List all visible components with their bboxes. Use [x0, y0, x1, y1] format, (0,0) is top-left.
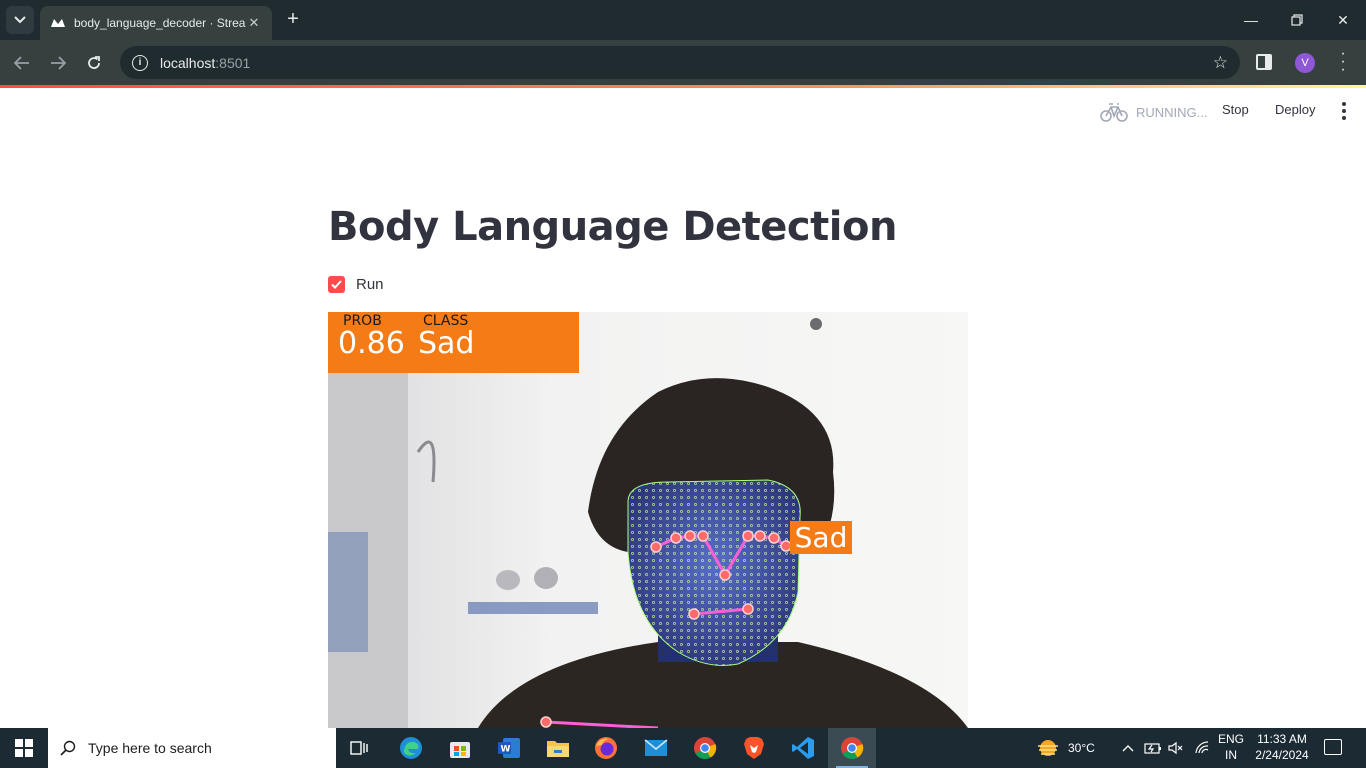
profile-avatar[interactable]: V — [1295, 53, 1315, 73]
chrome-icon — [838, 734, 866, 762]
back-button[interactable] — [7, 48, 37, 78]
main-content: Body Language Detection Run — [328, 196, 968, 293]
site-info-icon[interactable]: i — [132, 54, 148, 71]
volume-muted-icon[interactable] — [1168, 728, 1184, 768]
tab-title: body_language_decoder · Strea — [74, 16, 246, 30]
reload-icon — [88, 56, 100, 69]
browser-menu-icon[interactable]: · · · — [1338, 46, 1348, 78]
mail-icon[interactable] — [642, 734, 670, 762]
task-view-icon[interactable] — [346, 734, 374, 762]
browser-tab-active[interactable]: body_language_decoder · Strea ✕ — [40, 6, 272, 40]
svg-text:W: W — [501, 745, 511, 755]
page-title: Body Language Detection — [328, 204, 897, 250]
run-checkbox[interactable] — [328, 276, 345, 293]
restore-button[interactable] — [1274, 0, 1320, 40]
brave-icon[interactable] — [740, 734, 768, 762]
reload-button[interactable] — [79, 48, 109, 78]
show-hidden-icons[interactable] — [1122, 728, 1134, 768]
edge-icon[interactable] — [397, 734, 425, 762]
prob-value: 0.86 — [338, 326, 405, 361]
url-host: localhost — [160, 54, 216, 71]
input-language[interactable]: ENG IN — [1214, 731, 1248, 763]
webcam-frame: PROB CLASS 0.86 Sad Sad — [328, 312, 968, 728]
taskbar-search[interactable]: Type here to search — [48, 728, 336, 768]
chevron-up-icon — [1122, 745, 1134, 752]
arrow-right-icon — [51, 56, 66, 70]
url-port: :8501 — [215, 54, 251, 71]
clock[interactable]: 11:33 AM 2/24/2024 — [1250, 731, 1314, 763]
windows-taskbar: Type here to search W 30°C ENG IN 11:33 … — [0, 728, 1366, 768]
prediction-overlay: PROB CLASS 0.86 Sad — [328, 312, 579, 373]
clock-time: 11:33 AM — [1257, 732, 1307, 746]
weather-widget[interactable]: 30°C — [1036, 728, 1095, 768]
streamlit-main-menu-icon[interactable] — [1340, 102, 1348, 122]
wifi-icon[interactable] — [1194, 728, 1210, 768]
deploy-button[interactable]: Deploy — [1275, 102, 1315, 117]
minimize-button[interactable]: — — [1228, 0, 1274, 40]
window-close-button[interactable]: ✕ — [1320, 0, 1366, 40]
run-checkbox-row[interactable]: Run — [328, 276, 384, 293]
class-value: Sad — [418, 326, 475, 361]
lang-code: ENG — [1217, 732, 1244, 746]
status-text: RUNNING... — [1136, 104, 1208, 120]
vscode-icon[interactable] — [789, 734, 817, 762]
forward-button[interactable] — [43, 48, 73, 78]
firefox-icon[interactable] — [592, 734, 620, 762]
lang-region: IN — [1225, 748, 1237, 762]
windows-logo-icon — [15, 739, 33, 757]
running-status: RUNNING... — [1100, 100, 1208, 124]
streamlit-decoration-bar — [0, 85, 1366, 88]
stop-button[interactable]: Stop — [1222, 102, 1249, 117]
streamlit-favicon-icon — [50, 15, 66, 31]
chrome-active-window[interactable] — [828, 728, 876, 768]
search-placeholder: Type here to search — [88, 740, 212, 756]
word-icon[interactable]: W — [495, 734, 523, 762]
clock-date: 2/24/2024 — [1255, 748, 1309, 762]
webcam-image — [328, 312, 968, 728]
tab-close-icon[interactable]: ✕ — [246, 15, 262, 31]
new-tab-button[interactable]: + — [282, 8, 304, 30]
chevron-down-icon — [14, 11, 26, 29]
file-explorer-icon[interactable] — [544, 734, 572, 762]
battery-icon[interactable] — [1144, 728, 1162, 768]
side-panel-icon[interactable] — [1256, 54, 1272, 70]
start-button[interactable] — [0, 728, 48, 768]
bookmark-star-icon[interactable]: ☆ — [1213, 53, 1228, 73]
tab-search-button[interactable] — [6, 6, 34, 34]
browser-toolbar: i localhost:8501 ☆ — [0, 40, 1366, 85]
arrow-left-icon — [14, 56, 29, 70]
search-icon — [60, 740, 76, 756]
bicycle-icon — [1100, 103, 1128, 122]
weather-temp: 30°C — [1068, 741, 1095, 755]
run-checkbox-label: Run — [356, 276, 384, 293]
weather-sun-icon — [1038, 740, 1058, 756]
microsoft-store-icon[interactable] — [446, 734, 474, 762]
checkmark-icon — [331, 280, 342, 289]
chrome-icon[interactable] — [691, 734, 719, 762]
browser-tab-bar: body_language_decoder · Strea ✕ + — ✕ — [0, 0, 1366, 40]
notification-center-icon[interactable] — [1324, 739, 1342, 755]
address-bar[interactable]: i localhost:8501 ☆ — [120, 46, 1240, 79]
face-class-tag: Sad — [790, 521, 852, 554]
